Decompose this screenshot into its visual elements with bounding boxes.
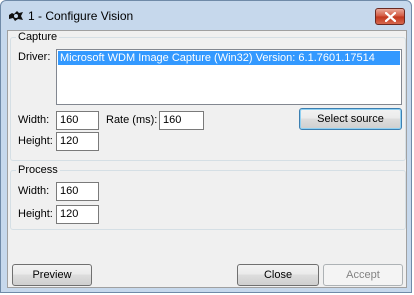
capture-height-field[interactable]: 120 <box>56 132 99 151</box>
rate-field[interactable]: 160 <box>159 111 204 130</box>
process-height-label: Height: <box>18 208 53 220</box>
close-window-button[interactable] <box>375 8 405 25</box>
close-button[interactable]: Close <box>237 264 319 286</box>
capture-height-label: Height: <box>18 135 53 147</box>
process-width-field[interactable]: 160 <box>56 182 99 201</box>
capture-width-field[interactable]: 160 <box>56 111 99 130</box>
window-title: 1 - Configure Vision <box>28 9 134 23</box>
driver-list-item-selected[interactable]: Microsoft WDM Image Capture (Win32) Vers… <box>58 51 400 65</box>
accept-button[interactable]: Accept <box>323 264 403 286</box>
title-bar[interactable]: 1 - Configure Vision <box>1 1 413 31</box>
rate-label: Rate (ms): <box>106 114 158 126</box>
dialog-client-area: Capture Driver: Microsoft WDM Image Capt… <box>7 30 407 288</box>
process-height-field[interactable]: 120 <box>56 205 99 224</box>
capture-width-label: Width: <box>18 114 50 126</box>
capture-group: Capture Driver: Microsoft WDM Image Capt… <box>10 31 406 161</box>
select-source-button[interactable]: Select source <box>299 108 402 130</box>
process-group-label: Process <box>16 164 60 177</box>
capture-group-label: Capture <box>16 31 60 44</box>
camera-icon <box>8 10 24 22</box>
preview-button[interactable]: Preview <box>12 264 92 286</box>
process-width-label: Width: <box>18 185 50 197</box>
driver-list[interactable]: Microsoft WDM Image Capture (Win32) Vers… <box>56 49 402 105</box>
configure-vision-window: 1 - Configure Vision Capture Driver: Mic… <box>0 0 412 293</box>
process-group: Process Width: 160 Height: 120 <box>10 164 406 230</box>
driver-label: Driver: <box>18 51 51 63</box>
